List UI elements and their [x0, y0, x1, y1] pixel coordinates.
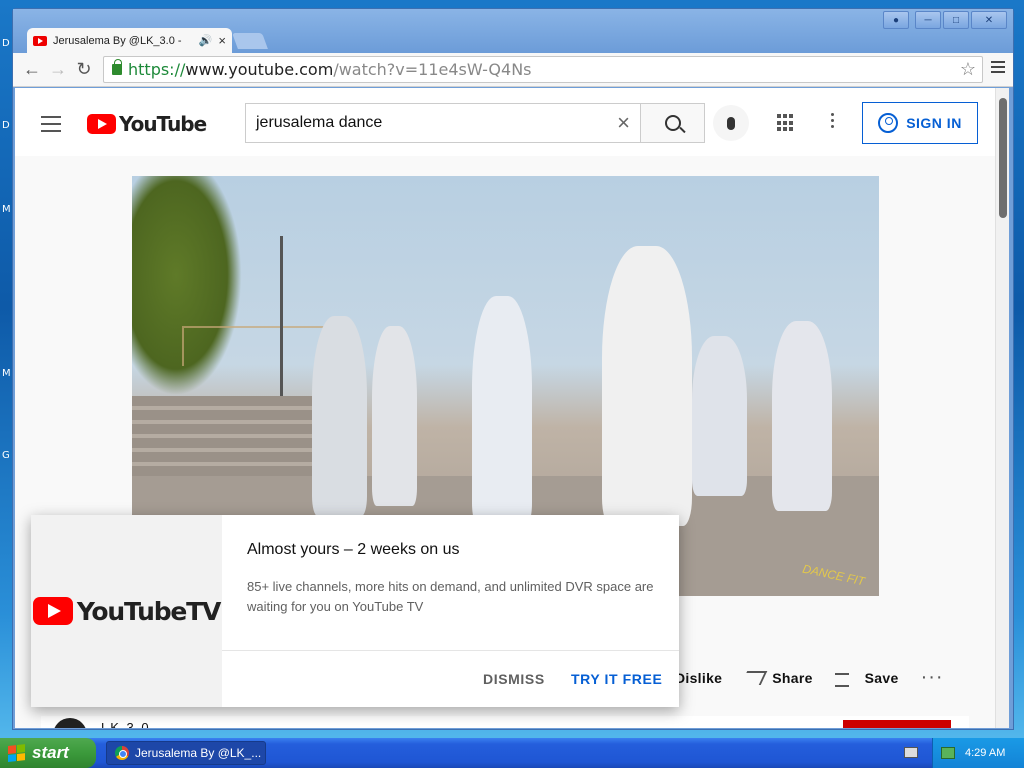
reload-icon[interactable]: ↻ [71, 57, 97, 83]
profile-icon[interactable]: ● [883, 11, 909, 29]
address-bar[interactable]: https://www.youtube.com/watch?v=11e4sW-Q… [103, 56, 983, 83]
start-button[interactable]: start [0, 738, 96, 768]
search-button[interactable] [641, 103, 705, 143]
system-tray: 4:29 AM [932, 738, 1024, 768]
tab-close-icon[interactable]: × [218, 33, 226, 48]
bookmark-star-icon[interactable]: ☆ [960, 59, 976, 80]
youtube-tv-play-icon [32, 597, 73, 625]
youtube-favicon-icon [33, 35, 47, 46]
browser-toolbar: ← → ↻ https://www.youtube.com/watch?v=11… [13, 53, 1013, 87]
video-actions: Dislike Share Save ··· [675, 666, 944, 689]
clear-search-icon[interactable]: × [617, 110, 630, 136]
channel-name[interactable]: LK 3.0 [101, 720, 151, 728]
desktop-icon-label: M [2, 368, 11, 379]
page-scrollbar[interactable] [995, 88, 1009, 728]
browser-titlebar: Jerusalema By @LK_3.0 - 🔊 × ● ─ □ ✕ [13, 9, 1013, 53]
channel-avatar[interactable] [53, 718, 87, 728]
search-icon [664, 115, 681, 131]
desktop-icon-label: D [2, 120, 10, 131]
try-it-free-button[interactable]: TRY IT FREE [571, 671, 662, 687]
promo-body: 85+ live channels, more hits on demand, … [247, 579, 654, 614]
video-frame-dancer [312, 316, 367, 516]
close-window-button[interactable]: ✕ [971, 11, 1007, 29]
hamburger-menu-icon[interactable] [41, 116, 61, 137]
youtube-play-icon [87, 114, 116, 134]
video-frame-dancer [472, 296, 532, 526]
desktop-icon-label: M [2, 204, 11, 215]
desktop-icon-label: D [2, 38, 10, 49]
taskbar-item-browser[interactable]: Jerusalema By @LK_... [106, 741, 266, 765]
video-frame-dancer [772, 321, 832, 511]
promo-title: Almost yours – 2 weeks on us [247, 541, 460, 558]
account-icon [878, 113, 899, 133]
video-frame-lamp [280, 236, 283, 396]
minimize-button[interactable]: ─ [915, 11, 941, 29]
youtube-logo[interactable]: YouTube [87, 112, 207, 136]
dislike-button[interactable]: Dislike [675, 670, 722, 686]
video-frame-dancer [692, 336, 747, 496]
apps-grid-icon[interactable] [777, 114, 795, 132]
save-button[interactable]: Save [834, 670, 899, 687]
desktop-icon-label: G [2, 450, 10, 461]
youtube-logo-text: YouTube [119, 112, 207, 136]
lock-icon [112, 59, 122, 75]
new-tab-button[interactable] [232, 33, 268, 49]
forward-arrow-icon[interactable]: → [45, 57, 71, 83]
video-frame-dancer [602, 246, 692, 526]
youtube-header: YouTube jerusalema dance × SIGN IN [15, 88, 995, 156]
windows-logo-icon [8, 744, 26, 762]
back-arrow-icon[interactable]: ← [19, 57, 45, 83]
scrollbar-thumb[interactable] [999, 98, 1007, 218]
network-icon[interactable] [941, 747, 955, 759]
search-query: jerusalema dance [256, 114, 383, 131]
share-icon [740, 670, 768, 685]
browser-menu-icon[interactable] [991, 61, 1005, 76]
dismiss-button[interactable]: DISMISS [483, 671, 545, 687]
start-label: start [32, 743, 69, 762]
microphone-icon [727, 116, 735, 130]
browser-tab[interactable]: Jerusalema By @LK_3.0 - 🔊 × [27, 28, 232, 53]
taskbar-item-label: Jerusalema By @LK_... [135, 746, 262, 760]
share-button[interactable]: Share [740, 670, 812, 686]
youtube-tv-logo: YouTubeTV [31, 515, 222, 707]
keyboard-icon[interactable] [904, 747, 918, 758]
url-text: https://www.youtube.com/watch?v=11e4sW-Q… [128, 60, 532, 79]
more-actions-icon[interactable]: ··· [921, 666, 944, 689]
speaker-icon[interactable]: 🔊 [199, 34, 213, 47]
search-input[interactable]: jerusalema dance × [245, 103, 641, 143]
sign-in-label: SIGN IN [906, 115, 962, 131]
promo-divider [222, 650, 679, 651]
sign-in-button[interactable]: SIGN IN [862, 102, 978, 144]
voice-search-button[interactable] [713, 105, 749, 141]
playlist-add-icon [834, 671, 857, 687]
settings-more-icon[interactable] [831, 113, 835, 131]
clock[interactable]: 4:29 AM [965, 747, 1005, 759]
chrome-icon [115, 746, 129, 760]
channel-row: LK 3.0 [41, 716, 969, 728]
youtube-tv-logo-text: YouTubeTV [76, 596, 222, 626]
youtube-tv-promo-dialog: YouTubeTV Almost yours – 2 weeks on us 8… [31, 515, 679, 707]
video-frame-dancer [372, 326, 417, 506]
maximize-button[interactable]: □ [943, 11, 969, 29]
subscribe-button[interactable] [843, 720, 951, 728]
tab-title: Jerusalema By @LK_3.0 - [53, 34, 182, 47]
taskbar: start Jerusalema By @LK_... 4:29 AM [0, 738, 1024, 768]
